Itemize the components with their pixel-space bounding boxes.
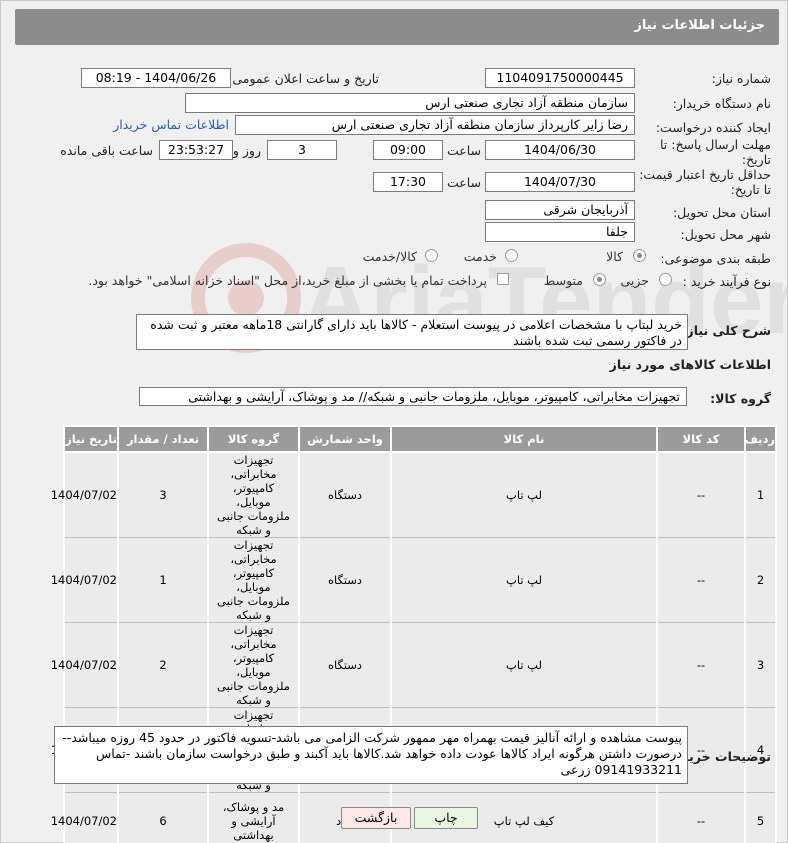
process-minor-label: جزیی [620,273,649,288]
cell-index: 3 [744,622,777,708]
deadline-label-line1: مهلت ارسال پاسخ: تا [660,137,771,152]
deadline-time-label: ساعت [446,143,481,158]
page-title: جزئیات اطلاعات نیاز [634,18,765,33]
cell-qty: 3 [117,451,209,538]
cell-code: -- [656,792,746,843]
cell-index: 5 [744,792,777,843]
requester-field: رضا زاير کارپرداز سازمان منطقه آزاد تجار… [235,115,635,135]
goods-group-field: تجهیزات مخابراتی، کامپیوتر، موبایل، ملزو… [139,387,687,406]
city-label: شهر محل تحویل: [680,227,771,242]
process-label: نوع فرآیند خرید : [682,274,771,289]
deadline-date-field: 1404/06/30 [485,140,635,160]
province-label: استان محل تحویل: [672,205,771,220]
province-field: آذربایجان شرقی [485,200,635,220]
table-row: 3 -- لپ تاپ دستگاه تجهیزات مخابراتی، کامپیوت… [51,622,777,708]
deadline-time-field: 09:00 [373,140,443,160]
cell-qty: 2 [117,622,209,708]
cell-code: -- [656,451,746,538]
col-header-index: ردیف [744,425,777,453]
need-number-field: 1104091750000445 [485,68,635,88]
cell-code: -- [656,537,746,623]
cell-unit: دستگاه [298,622,392,708]
cell-unit: دستگاه [298,451,392,538]
buyer-org-field: سازمان منطقه آزاد تجاری صنعتی ارس [185,93,635,113]
cell-index: 1 [744,451,777,538]
deadline-label-line2: تاریخ: [741,152,771,167]
watermark-logo: AriaTender.neT [191,243,788,354]
buyer-contact-link[interactable]: اطلاعات تماس خریدار [113,117,229,132]
goods-group-label: گروه کالا: [710,391,771,406]
cell-code: -- [656,622,746,708]
col-header-code: کد کالا [656,425,746,453]
col-header-name: نام کالا [390,425,658,453]
table-row: 2 -- لپ تاپ دستگاه تجهیزات مخابراتی، کامپیوت… [51,537,777,623]
col-header-qty: تعداد / مقدار [117,425,209,453]
cell-date: 1404/07/02 [51,537,119,623]
days-label: روز و [232,143,261,158]
requester-label: ایجاد کننده درخواست: [655,120,771,135]
col-header-group: گروه کالا [207,425,300,453]
treasury-payment-checkbox[interactable] [497,273,509,285]
treasury-payment-note: پرداخت تمام یا بخشی از مبلغ خرید،از محل … [88,273,487,288]
process-medium-radio[interactable] [593,273,606,286]
category-label: طبقه بندی موضوعی: [660,251,771,266]
items-section-title: اطلاعات کالاهای مورد نیاز [609,357,771,372]
announce-label: تاریخ و ساعت اعلان عمومی: [228,71,379,86]
cell-qty: 6 [117,792,209,843]
category-service-radio[interactable] [505,249,518,262]
cell-name: لپ تاپ [390,451,658,538]
col-header-date: تاریخ نیاز [63,425,119,453]
remaining-label: ساعت باقی مانده [60,143,153,158]
cell-name: لپ تاپ [390,537,658,623]
category-service-label: خدمت [463,249,497,264]
announce-field: 1404/06/26 - 08:19 [81,68,231,88]
table-row: 1 -- لپ تاپ دستگاه تجهیزات مخابراتی، کامپیوت… [51,451,777,538]
process-minor-radio[interactable] [659,273,672,286]
need-number-label: شماره نیاز: [711,71,771,86]
description-field: خرید لبتاپ با مشخصات اعلامی در پیوست است… [136,314,688,350]
back-button[interactable]: بازگشت [341,807,411,829]
col-header-unit: واحد شمارش [298,425,392,453]
cell-qty: 1 [117,537,209,623]
description-label: شرح کلی نیاز: [681,323,771,338]
cell-name: لپ تاپ [390,622,658,708]
cell-index: 2 [744,537,777,623]
cell-date: 1404/07/02 [51,451,119,538]
category-goods-label: کالا [606,249,623,264]
validity-label-line2: تا تاریخ: [730,182,771,197]
validity-time-label: ساعت [446,175,481,190]
cell-unit: دستگاه [298,537,392,623]
cell-date: 1404/07/02 [51,792,119,843]
buyer-notes-field: پیوست مشاهده و ارائه آنالیز قیمت بهمراه … [54,726,688,784]
category-goods-radio[interactable] [633,249,646,262]
buyer-org-label: نام دستگاه خریدار: [672,96,771,111]
category-goods-service-label: کالا/خدمت [362,249,417,264]
process-medium-label: متوسط [543,273,583,288]
cell-group: تجهیزات مخابراتی، کامپیوتر، موبایل، ملزو… [207,451,300,538]
remaining-time-field: 23:53:27 [159,140,233,160]
cell-group: تجهیزات مخابراتی، کامپیوتر، موبایل، ملزو… [207,537,300,623]
days-field: 3 [267,140,337,160]
page-frame: جزئیات اطلاعات نیاز AriaTender.neT شماره… [0,0,788,843]
cell-group: مد و پوشاک، آرایشی و بهداشتی [207,792,300,843]
category-goods-service-radio[interactable] [425,249,438,262]
validity-label-line1: حداقل تاریخ اعتبار قیمت: [639,167,771,182]
cell-group: تجهیزات مخابراتی، کامپیوتر، موبایل، ملزو… [207,622,300,708]
header-bar: جزئیات اطلاعات نیاز [15,9,779,45]
cell-date: 1404/07/02 [51,622,119,708]
validity-time-field: 17:30 [373,172,443,192]
city-field: جلفا [485,222,635,242]
validity-date-field: 1404/07/30 [485,172,635,192]
print-button[interactable]: چاپ [414,807,478,829]
